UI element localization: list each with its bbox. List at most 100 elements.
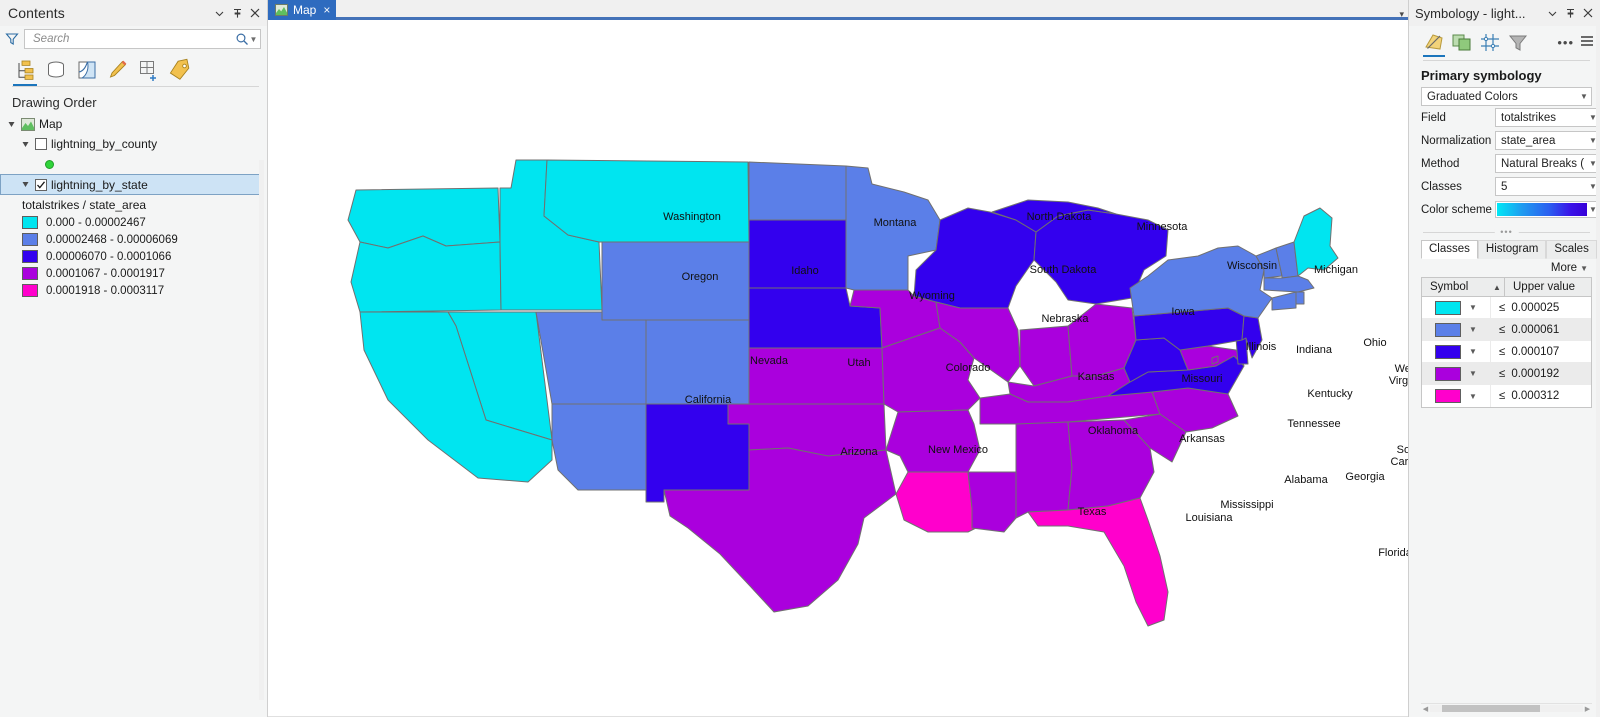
- color-scheme-select[interactable]: ▼: [1495, 201, 1600, 218]
- vary-by-attribute-icon[interactable]: [1451, 32, 1473, 53]
- hamburger-menu-icon[interactable]: [1580, 35, 1594, 50]
- more-button[interactable]: More ▼: [1551, 262, 1588, 274]
- list-by-selection-icon[interactable]: [74, 58, 100, 82]
- table-row[interactable]: ▼ ≤0.000192: [1422, 362, 1591, 385]
- layer-checkbox-state[interactable]: [35, 178, 47, 191]
- column-header-symbol[interactable]: Symbol: [1422, 281, 1490, 293]
- map-canvas[interactable]: Washington Oregon Idaho Montana Wyoming …: [268, 20, 1408, 716]
- chevron-down-icon[interactable]: ▼: [1580, 264, 1588, 273]
- table-row[interactable]: ▼ ≤0.000061: [1422, 318, 1591, 341]
- legend-item[interactable]: 0.000 - 0.00002467: [0, 214, 267, 231]
- legend-swatch-icon[interactable]: [22, 216, 38, 229]
- legend-item[interactable]: 0.0001067 - 0.0001917: [0, 265, 267, 282]
- field-select[interactable]: totalstrikes ▼: [1495, 108, 1600, 127]
- list-by-drawing-order-icon[interactable]: [12, 58, 38, 86]
- class-upper-value-cell[interactable]: ≤0.000192: [1490, 362, 1591, 385]
- scroll-right-icon[interactable]: ▶: [1583, 705, 1592, 713]
- legend-swatch-icon[interactable]: [22, 267, 38, 280]
- less-equal-icon: ≤: [1499, 367, 1506, 380]
- scrollbar-thumb[interactable]: [1442, 705, 1541, 712]
- chevron-down-icon[interactable]: ▼: [1469, 303, 1477, 312]
- tab-close-icon[interactable]: ×: [321, 4, 330, 16]
- chevron-down-icon[interactable]: ▼: [1469, 347, 1477, 356]
- panel-splitter[interactable]: •••: [1423, 228, 1590, 237]
- legend-item[interactable]: 0.00006070 - 0.0001066: [0, 248, 267, 265]
- primary-symbology-icon[interactable]: [1423, 32, 1445, 57]
- symbology-close-icon[interactable]: [1580, 4, 1596, 22]
- scrollbar-track[interactable]: [1430, 705, 1583, 712]
- contents-menu-caret-icon[interactable]: [211, 4, 227, 22]
- chevron-down-icon[interactable]: ▼: [1469, 392, 1477, 401]
- search-options-caret-icon[interactable]: ▼: [249, 35, 258, 44]
- class-upper-value-cell[interactable]: ≤0.000061: [1490, 318, 1591, 341]
- search-input-wrapper[interactable]: ▼: [24, 29, 261, 49]
- class-symbol-cell[interactable]: ▼: [1422, 389, 1490, 403]
- tree-item-lightning-by-county[interactable]: lightning_by_county: [0, 134, 267, 154]
- list-by-snapping-icon[interactable]: [136, 58, 162, 82]
- symbology-horizontal-scrollbar[interactable]: ◀ ▶: [1421, 703, 1592, 713]
- class-upper-value-cell[interactable]: ≤0.000312: [1490, 385, 1591, 407]
- class-symbol-cell[interactable]: ▼: [1422, 322, 1490, 337]
- expander-county-icon[interactable]: [20, 139, 31, 150]
- search-icon[interactable]: [235, 32, 249, 46]
- legend-item[interactable]: 0.0001918 - 0.0003117: [0, 282, 267, 299]
- symbology-pin-icon[interactable]: [1562, 4, 1578, 22]
- list-by-labeling-icon[interactable]: [167, 58, 193, 82]
- filter-funnel-icon[interactable]: [4, 31, 20, 47]
- splitter-grip-icon[interactable]: •••: [1494, 228, 1519, 237]
- list-by-editing-icon[interactable]: [105, 58, 131, 82]
- contents-close-icon[interactable]: [247, 4, 263, 22]
- list-by-data-source-icon[interactable]: [43, 58, 69, 82]
- class-swatch-icon[interactable]: [1435, 366, 1462, 381]
- state-colorado: [645, 319, 750, 405]
- tab-scales[interactable]: Scales: [1546, 240, 1597, 259]
- less-equal-icon: ≤: [1499, 390, 1506, 402]
- display-filters-icon[interactable]: [1507, 32, 1529, 53]
- scroll-left-icon[interactable]: ◀: [1421, 705, 1430, 713]
- column-header-upper-value[interactable]: Upper value: [1504, 277, 1591, 297]
- chevron-down-icon[interactable]: ▼: [1469, 369, 1477, 378]
- legend-swatch-icon[interactable]: [22, 284, 38, 297]
- tree-item-lightning-by-state[interactable]: lightning_by_state: [0, 174, 262, 195]
- tab-map[interactable]: Map ×: [268, 0, 337, 20]
- chevron-down-icon[interactable]: ▼: [1469, 325, 1477, 334]
- advanced-symbol-options-icon[interactable]: [1479, 32, 1501, 53]
- sort-ascending-icon[interactable]: ▲: [1490, 283, 1504, 292]
- symbology-menu-caret-icon[interactable]: [1544, 4, 1560, 22]
- tree-item-map[interactable]: Map: [0, 114, 267, 134]
- contents-vertical-scrollbar[interactable]: [259, 160, 264, 700]
- class-upper-value-cell[interactable]: ≤0.000025: [1490, 296, 1591, 319]
- table-row[interactable]: ▼ ≤0.000025: [1422, 296, 1591, 319]
- classes-select[interactable]: 5 ▼: [1495, 177, 1600, 196]
- tab-histogram[interactable]: Histogram: [1477, 240, 1547, 259]
- state-utah: [535, 311, 647, 405]
- legend-swatch-icon[interactable]: [22, 233, 38, 246]
- class-swatch-icon[interactable]: [1435, 322, 1462, 337]
- class-symbol-cell[interactable]: ▼: [1422, 366, 1490, 381]
- class-symbol-cell[interactable]: ▼: [1422, 344, 1490, 359]
- class-swatch-icon[interactable]: [1435, 300, 1462, 315]
- normalization-select[interactable]: state_area ▼: [1495, 131, 1600, 150]
- search-input[interactable]: [31, 31, 235, 47]
- class-swatch-icon[interactable]: [1435, 389, 1462, 403]
- class-swatch-icon[interactable]: [1435, 344, 1462, 359]
- expander-state-icon[interactable]: [20, 179, 31, 190]
- tab-classes[interactable]: Classes: [1421, 240, 1478, 259]
- layer-checkbox-county[interactable]: [35, 138, 47, 150]
- tabstrip-overflow-caret-icon[interactable]: ▾: [1399, 9, 1404, 20]
- legend-item[interactable]: 0.00002468 - 0.00006069: [0, 231, 267, 248]
- symbology-overflow-dots-icon[interactable]: •••: [1557, 35, 1574, 50]
- field-value: totalstrikes: [1501, 111, 1556, 124]
- state-oregon: [350, 235, 502, 313]
- contents-pin-icon[interactable]: [229, 4, 245, 22]
- expander-map-icon[interactable]: [6, 119, 17, 130]
- method-select[interactable]: Natural Breaks ( ▼: [1495, 154, 1600, 173]
- table-row[interactable]: ▼ ≤0.000107: [1422, 340, 1591, 363]
- chevron-down-icon[interactable]: ▼: [1578, 92, 1590, 101]
- legend-swatch-icon[interactable]: [22, 250, 38, 263]
- class-symbol-cell[interactable]: ▼: [1422, 300, 1490, 315]
- primary-symbology-select[interactable]: Graduated Colors ▼: [1421, 87, 1592, 106]
- field-row-method: Method Natural Breaks ( ▼: [1409, 152, 1600, 175]
- class-upper-value-cell[interactable]: ≤0.000107: [1490, 340, 1591, 363]
- table-row[interactable]: ▼ ≤0.000312: [1422, 385, 1591, 407]
